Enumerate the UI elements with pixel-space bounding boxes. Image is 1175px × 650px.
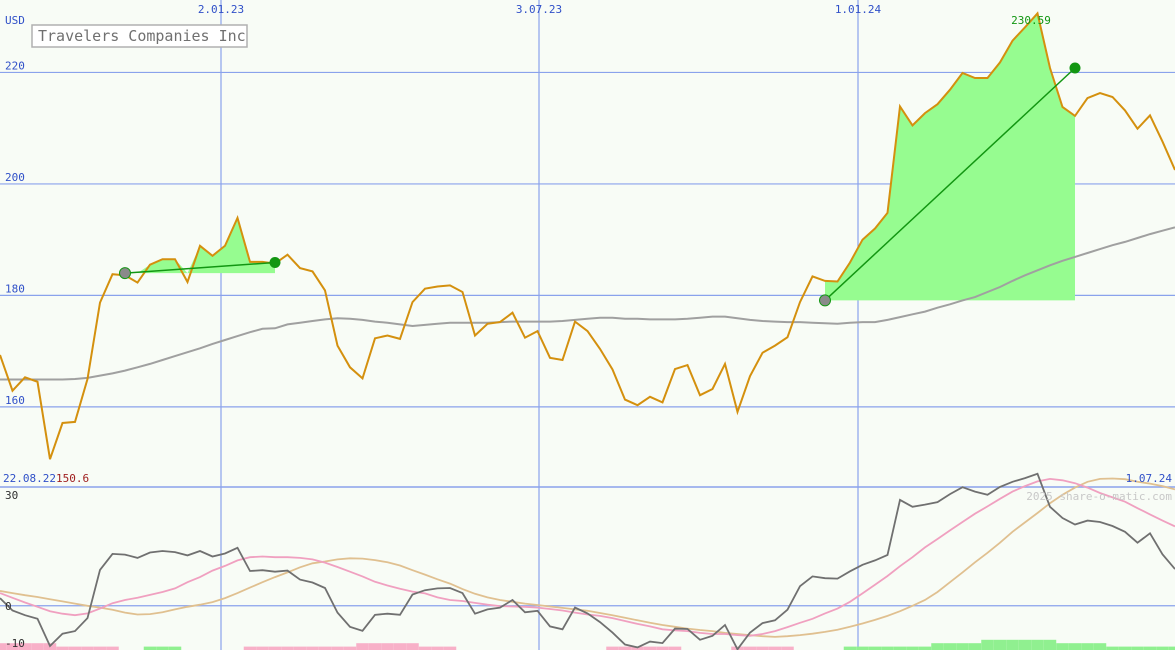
y-tick-label: 180 <box>5 282 25 295</box>
histogram-bar <box>906 646 919 650</box>
histogram-bar <box>143 646 157 650</box>
histogram-bar <box>881 646 894 650</box>
histogram-bar <box>606 646 619 650</box>
histogram-bar <box>393 643 407 650</box>
histogram-bar <box>368 643 382 650</box>
histogram-bar <box>318 646 332 650</box>
histogram-bar <box>56 646 69 650</box>
histogram-bar <box>68 646 82 650</box>
x-tick-label: 3.07.23 <box>516 3 562 16</box>
histogram-bar <box>943 643 957 650</box>
histogram-bar <box>268 646 282 650</box>
histogram-bar <box>406 643 419 650</box>
y-tick-label: 220 <box>5 59 25 72</box>
histogram-bar <box>331 646 344 650</box>
histogram-bar <box>893 646 907 650</box>
watermark: 2025 share-o-matic.com <box>1026 490 1172 503</box>
histogram-bar <box>381 643 394 650</box>
histogram-bar <box>293 646 307 650</box>
histogram-bar <box>81 646 94 650</box>
title-box: Travelers Companies Inc <box>31 24 248 48</box>
histogram-bar <box>656 646 669 650</box>
histogram-bar <box>1093 643 1107 650</box>
histogram-bar <box>668 646 682 650</box>
histogram-bar <box>243 646 257 650</box>
histogram-bar <box>1006 639 1019 650</box>
histogram-bar <box>106 646 119 650</box>
histogram-bar <box>343 646 357 650</box>
histogram-bar <box>1143 646 1157 650</box>
histogram-bar <box>431 646 444 650</box>
high-value-label: 230.59 <box>1011 14 1051 27</box>
histogram-bar <box>931 643 944 650</box>
histogram-bar <box>618 646 632 650</box>
x-tick-label: 2.01.23 <box>198 3 244 16</box>
histogram-bar <box>356 643 369 650</box>
osc-tick-label: 30 <box>5 489 18 502</box>
y-tick-label: 160 <box>5 394 25 407</box>
histogram-bar <box>868 646 882 650</box>
histogram-bar <box>1106 646 1119 650</box>
histogram-bar <box>1168 646 1175 650</box>
trade-exit-marker <box>1069 62 1081 74</box>
histogram-bar <box>981 639 994 650</box>
histogram-bar <box>993 639 1007 650</box>
histogram-bar <box>1056 643 1069 650</box>
histogram-bar <box>743 646 757 650</box>
histogram-bar <box>643 646 657 650</box>
y-tick-label: 200 <box>5 171 25 184</box>
histogram-bar <box>1118 646 1132 650</box>
histogram-bar <box>756 646 769 650</box>
histogram-bar <box>856 646 869 650</box>
chart-title: Travelers Companies Inc <box>38 27 246 45</box>
histogram-bar <box>1131 646 1144 650</box>
histogram-bar <box>843 646 857 650</box>
histogram-bar <box>418 646 432 650</box>
histogram-bar <box>168 646 182 650</box>
histogram-bar <box>956 643 969 650</box>
histogram-bar <box>1018 639 1032 650</box>
histogram-bar <box>281 646 294 650</box>
histogram-bar <box>1031 639 1044 650</box>
histogram-bar <box>918 646 932 650</box>
trade-exit-marker <box>269 257 281 269</box>
osc-tick-label: 0 <box>5 600 12 613</box>
stock-chart: 2.01.23 3.07.23 1.01.24220200180160300-10 … <box>0 0 1175 650</box>
histogram-bar <box>1156 646 1169 650</box>
currency-label: USD <box>5 14 25 27</box>
histogram-bar <box>1068 643 1082 650</box>
end-date-label: 1.07.24 <box>1126 472 1173 485</box>
trade-entry-marker <box>819 294 831 307</box>
x-tick-label: 1.01.24 <box>835 3 882 16</box>
trade-entry-marker <box>119 267 131 280</box>
histogram-bar <box>31 643 44 650</box>
start-date-label: 22.08.22 <box>3 472 56 485</box>
histogram-bar <box>93 646 107 650</box>
histogram-bar <box>256 646 269 650</box>
histogram-bar <box>968 643 982 650</box>
histogram-bar <box>156 646 169 650</box>
low-value-label: 150.6 <box>56 472 89 485</box>
osc-tick-label: -10 <box>5 637 25 650</box>
histogram-bar <box>443 646 457 650</box>
histogram-bar <box>306 646 319 650</box>
histogram-bar <box>781 646 794 650</box>
histogram-bar <box>1043 639 1057 650</box>
histogram-bar <box>1081 643 1094 650</box>
histogram-bar <box>768 646 782 650</box>
